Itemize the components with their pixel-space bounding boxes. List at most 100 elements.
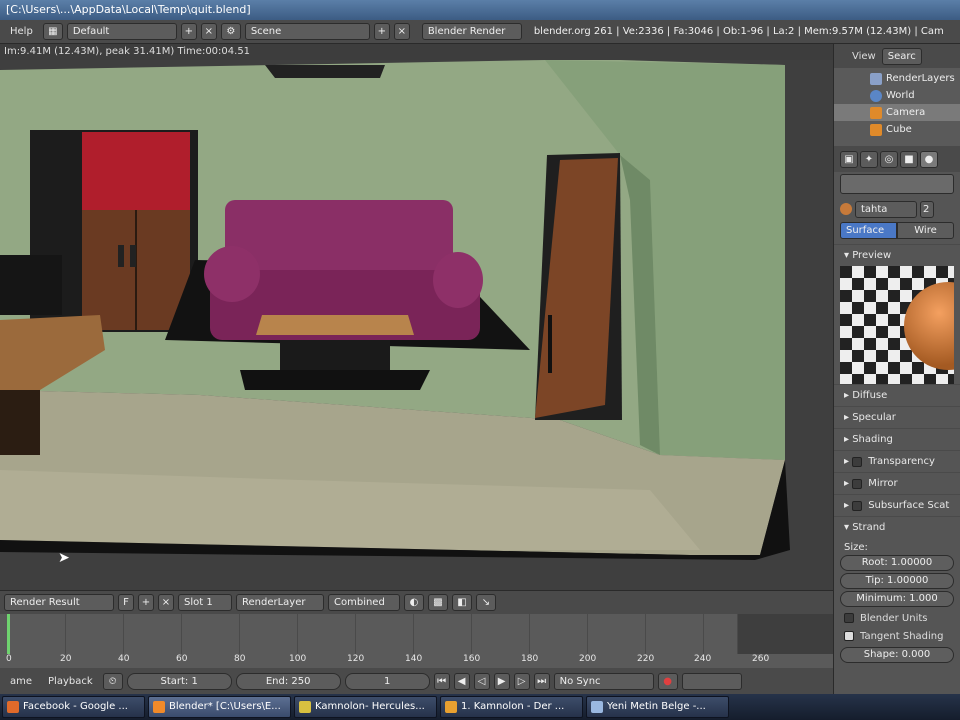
surface-tab[interactable]: Surface xyxy=(840,222,897,239)
material-name-field[interactable]: tahta xyxy=(855,200,917,218)
record-icon[interactable]: ● xyxy=(657,672,678,690)
transparency-panel-header[interactable]: ▸ Transparency xyxy=(834,450,960,472)
tick-label: 60 xyxy=(176,654,188,664)
shape-field[interactable]: Shape: 0.000 xyxy=(840,647,954,663)
scene-field[interactable]: Scene xyxy=(244,23,370,40)
tick-label: 260 xyxy=(752,654,770,664)
fake-user-icon[interactable]: F xyxy=(118,594,134,611)
outliner-search[interactable]: Searc xyxy=(881,47,922,65)
jump-start-icon[interactable]: ⏮ xyxy=(433,672,450,690)
preview-range-icon[interactable]: ⏲ xyxy=(102,672,123,690)
material-users-count[interactable]: 2 xyxy=(920,200,934,218)
add-layout-icon[interactable]: + xyxy=(180,23,197,40)
image-editor-header: Render Result F + × Slot 1 RenderLayer C… xyxy=(0,590,833,614)
screen-layout-icon[interactable]: ▦ xyxy=(42,23,63,40)
blender-units-checkbox[interactable] xyxy=(844,613,854,623)
taskbar-item-notepad[interactable]: Yeni Metin Belge -... xyxy=(586,696,729,718)
blender-units-option[interactable]: Blender Units xyxy=(834,609,960,627)
next-keyframe-icon[interactable]: ▷ xyxy=(513,672,530,690)
object-tab-icon[interactable]: ■ xyxy=(900,150,918,168)
info-header: Help ▦ Default + × ⚙ Scene + × Blender R… xyxy=(0,20,960,44)
current-frame-field[interactable]: 1 xyxy=(344,672,430,690)
taskbar-item-blender[interactable]: Blender* [C:\Users\E... xyxy=(148,696,291,718)
outliner-item[interactable]: World xyxy=(834,87,960,104)
jump-end-icon[interactable]: ⏭ xyxy=(533,672,550,690)
taskbar-item-kamnolon-1[interactable]: Kamnolon- Hercules... xyxy=(294,696,437,718)
subsurface-panel-header[interactable]: ▸ Subsurface Scat xyxy=(834,494,960,516)
current-frame-marker[interactable] xyxy=(7,614,10,654)
render-pass-select[interactable]: Combined xyxy=(328,594,400,611)
ceiling-lamp xyxy=(265,65,385,78)
tip-size-field[interactable]: Tip: 1.00000 xyxy=(840,573,954,589)
tick-label: 120 xyxy=(347,654,365,664)
render-tab-icon[interactable]: ▣ xyxy=(840,150,858,168)
render-engine-select[interactable]: Blender Render xyxy=(421,23,522,40)
outliner-header: View Searc xyxy=(834,44,960,68)
add-scene-icon[interactable]: + xyxy=(373,23,390,40)
wire-tab[interactable]: Wire xyxy=(897,222,954,239)
tick-label: 20 xyxy=(60,654,72,664)
z-buffer-icon[interactable]: ◧ xyxy=(452,594,472,611)
unlink-image-icon[interactable]: × xyxy=(158,594,174,611)
help-menu[interactable]: Help xyxy=(4,26,39,37)
render-layer-select[interactable]: RenderLayer xyxy=(236,594,324,611)
tick-label: 160 xyxy=(463,654,481,664)
remove-layout-icon[interactable]: × xyxy=(200,23,217,40)
preview-panel-header[interactable]: ▾ Preview xyxy=(834,244,960,266)
outliner-item[interactable]: Camera xyxy=(834,104,960,121)
material-slots-list[interactable] xyxy=(840,174,954,194)
slot-select[interactable]: Slot 1 xyxy=(178,594,232,611)
keying-set-field[interactable] xyxy=(681,672,742,690)
render-viewport[interactable]: ➤ xyxy=(0,60,833,590)
mirror-checkbox[interactable] xyxy=(852,478,863,489)
pin-icon[interactable]: ↘ xyxy=(476,594,496,611)
tangent-shading-option[interactable]: Tangent Shading xyxy=(834,627,960,645)
tick-label: 180 xyxy=(521,654,539,664)
prev-keyframe-icon[interactable]: ◀ xyxy=(453,672,470,690)
subsurface-checkbox[interactable] xyxy=(852,500,863,511)
render-result-image xyxy=(0,60,833,590)
sync-mode-select[interactable]: No Sync xyxy=(553,672,654,690)
new-image-icon[interactable]: + xyxy=(138,594,154,611)
start-frame-field[interactable]: Start: 1 xyxy=(126,672,232,690)
material-preview-image xyxy=(840,266,954,384)
browser-icon xyxy=(7,701,19,713)
timeline-area[interactable]: 0 20 40 60 80 100 120 140 160 180 200 22… xyxy=(0,614,833,668)
mirror-panel-header[interactable]: ▸ Mirror xyxy=(834,472,960,494)
scene-icon[interactable]: ⚙ xyxy=(220,23,241,40)
world-icon xyxy=(870,89,882,102)
channels-icon[interactable]: ◐ xyxy=(404,594,424,611)
blender-icon xyxy=(153,701,165,713)
strand-panel-header[interactable]: ▾ Strand xyxy=(834,516,960,538)
specular-panel-header[interactable]: ▸ Specular xyxy=(834,406,960,428)
tick-label: 40 xyxy=(118,654,130,664)
tick-label: 100 xyxy=(289,654,307,664)
alpha-icon[interactable]: ▩ xyxy=(428,594,448,611)
outliner-item[interactable]: Cube xyxy=(834,121,960,138)
transparency-checkbox[interactable] xyxy=(852,456,863,467)
strand-size-label: Size: xyxy=(844,542,868,553)
timeline-view-menu[interactable]: ame xyxy=(4,676,38,687)
tick-label: 80 xyxy=(234,654,246,664)
notepad-icon xyxy=(591,701,603,713)
minimum-size-field[interactable]: Minimum: 1.000 xyxy=(840,591,954,607)
outliner-view-menu[interactable]: View xyxy=(852,51,876,62)
diffuse-panel-header[interactable]: ▸ Diffuse xyxy=(834,384,960,406)
root-size-field[interactable]: Root: 1.00000 xyxy=(840,555,954,571)
play-reverse-icon[interactable]: ◁ xyxy=(473,672,490,690)
world-tab-icon[interactable]: ◎ xyxy=(880,150,898,168)
image-name-field[interactable]: Render Result xyxy=(4,594,114,611)
screen-layout-field[interactable]: Default xyxy=(66,23,177,40)
playback-menu[interactable]: Playback xyxy=(42,676,99,687)
taskbar-item-facebook[interactable]: Facebook - Google ... xyxy=(2,696,145,718)
taskbar-item-kamnolon-2[interactable]: 1. Kamnolon - Der ... xyxy=(440,696,583,718)
tick-label: 200 xyxy=(579,654,597,664)
play-icon[interactable]: ▶ xyxy=(493,672,510,690)
scene-tab-icon[interactable]: ✦ xyxy=(860,150,878,168)
material-tab-icon[interactable]: ● xyxy=(920,150,938,168)
tangent-shading-checkbox[interactable] xyxy=(844,631,854,641)
remove-scene-icon[interactable]: × xyxy=(393,23,410,40)
end-frame-field[interactable]: End: 250 xyxy=(235,672,341,690)
outliner-item[interactable]: RenderLayers xyxy=(834,70,960,87)
shading-panel-header[interactable]: ▸ Shading xyxy=(834,428,960,450)
